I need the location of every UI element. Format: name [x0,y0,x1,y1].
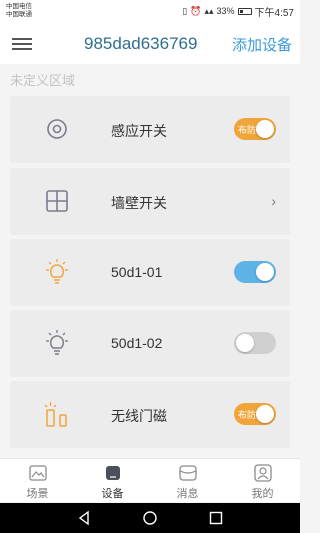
toggle-knob [256,120,274,138]
profile-icon [253,464,272,482]
tab-message[interactable]: 消息 [150,459,225,503]
menu-icon[interactable] [12,38,32,52]
section-label: 未定义区域 [10,73,76,88]
device-label: 50d1-01 [111,264,163,280]
tab-label: 场景 [26,488,49,500]
scene-icon [28,465,47,481]
toggle-knob [256,263,274,281]
door-sensor-icon [44,402,67,427]
status-time: 下午4:57 [254,7,294,19]
radio-target-icon [47,119,67,139]
carrier-info: 中国电信 中国联通 [6,3,32,19]
device-card-door-sensor[interactable]: 无线门磁 布防 [10,381,290,448]
bottom-tab-bar: 场景 设备 消息 我的 [0,458,300,502]
power-toggle[interactable] [234,332,276,354]
tab-label: 设备 [101,488,124,500]
battery-icon [237,7,252,15]
power-toggle[interactable] [234,261,276,283]
home-icon[interactable] [142,510,158,526]
device-label: 感应开关 [111,123,167,139]
toggle-knob [256,405,274,423]
device-card-induction-switch[interactable]: 感应开关 布防 [10,96,290,163]
arm-toggle[interactable]: 布防 [234,403,276,425]
alarm-icon: ⏰ [190,6,202,16]
toggle-text: 布防 [238,125,257,135]
lightbulb-on-icon [46,259,68,284]
device-card-wall-switch[interactable]: 墙壁开关 › [10,168,290,235]
device-label: 墙壁开关 [111,195,167,211]
back-icon[interactable] [76,510,92,526]
app-header: 985dad636769 添加设备 [0,24,300,64]
lightbulb-off-icon [46,330,68,355]
toggle-text: 布防 [238,410,257,420]
tab-scene[interactable]: 场景 [0,459,75,503]
vibrate-icon: ▯ [182,6,188,16]
device-icon [105,466,120,480]
chevron-right-icon[interactable]: › [271,193,276,209]
device-card-50d1-02[interactable]: 50d1-02 [10,310,290,377]
battery-percent: 33% [216,6,235,16]
signal-icon: ▴▴ [204,6,214,16]
status-icons: ▯ ⏰ ▴▴ 33% 下午4:57 [182,4,294,19]
toggle-knob [236,334,254,352]
tab-device[interactable]: 设备 [75,459,150,503]
status-bar: 中国电信 中国联通 ▯ ⏰ ▴▴ 33% 下午4:57 [0,0,300,24]
device-label: 50d1-02 [111,335,163,351]
add-device-button[interactable]: 添加设备 [232,34,292,55]
tab-profile[interactable]: 我的 [225,459,300,503]
device-card-50d1-01[interactable]: 50d1-01 [10,239,290,306]
system-navigation-bar [0,503,300,533]
grid-square-icon [46,190,68,212]
tab-label: 我的 [251,488,274,500]
recent-apps-icon[interactable] [208,510,224,526]
device-label: 无线门磁 [111,408,167,424]
page-title: 985dad636769 [84,34,198,53]
arm-toggle[interactable]: 布防 [234,118,276,140]
carrier-1: 中国电信 [6,3,32,10]
tab-label: 消息 [176,488,199,500]
message-icon [178,465,197,481]
carrier-2: 中国联通 [6,11,32,18]
